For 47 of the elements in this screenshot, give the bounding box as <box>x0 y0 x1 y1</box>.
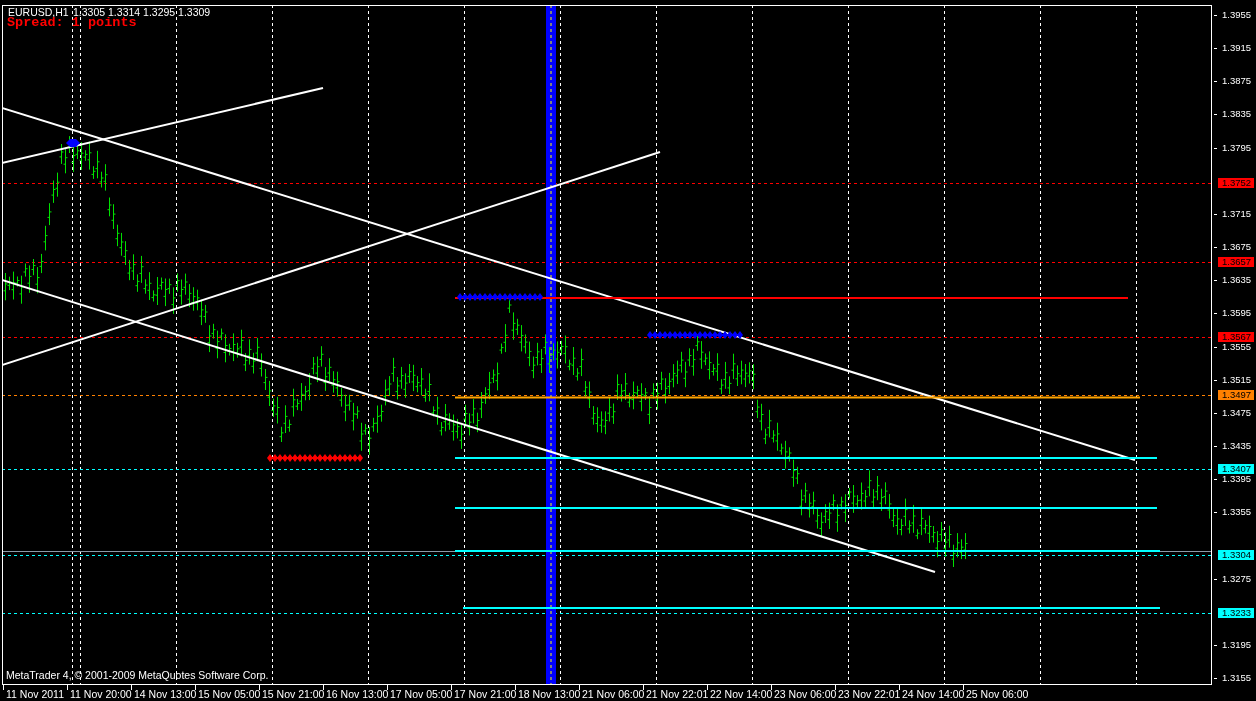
level-tag: 1.3497 <box>1218 389 1255 400</box>
time-label: 17 Nov 21:00 <box>451 685 515 701</box>
price-label: 1.3515 <box>1212 374 1252 385</box>
time-label: 22 Nov 14:00 <box>707 685 771 701</box>
price-label: 1.3595 <box>1212 308 1252 319</box>
price-label: 1.3355 <box>1212 507 1252 518</box>
price-label: 1.3195 <box>1212 639 1252 650</box>
symbol-label: EURUSD,H1 <box>8 6 69 18</box>
price-label: 1.3395 <box>1212 474 1252 485</box>
price-label: 1.3275 <box>1212 573 1252 584</box>
time-label: 23 Nov 06:00 <box>771 685 835 701</box>
time-label: 23 Nov 22:01 <box>835 685 899 701</box>
price-label: 1.3955 <box>1212 10 1252 20</box>
time-label: 25 Nov 06:00 <box>963 685 1027 701</box>
trend-line[interactable] <box>3 87 324 164</box>
time-label: 24 Nov 14:00 <box>899 685 963 701</box>
trend-line[interactable] <box>3 279 936 573</box>
price-label: 1.3795 <box>1212 142 1252 153</box>
trend-line[interactable] <box>3 107 1136 461</box>
trend-line[interactable] <box>3 151 661 366</box>
level-tag: 1.3567 <box>1218 331 1255 342</box>
time-label: 11 Nov 20:00 <box>67 685 131 701</box>
time-label: 17 Nov 05:00 <box>387 685 451 701</box>
level-tag: 1.3407 <box>1218 464 1255 475</box>
price-label: 1.3435 <box>1212 440 1252 451</box>
level-tag: 1.3752 <box>1218 178 1255 189</box>
time-label: 21 Nov 06:00 <box>579 685 643 701</box>
level-tag: 1.3233 <box>1218 608 1255 619</box>
price-label: 1.3155 <box>1212 673 1252 683</box>
marker-icon <box>66 139 80 147</box>
time-label: 15 Nov 21:00 <box>259 685 323 701</box>
price-label: 1.3915 <box>1212 43 1252 54</box>
time-label: 15 Nov 05:00 <box>195 685 259 701</box>
price-label: 1.3675 <box>1212 242 1252 253</box>
price-label: 1.3635 <box>1212 275 1252 286</box>
price-label: 1.3875 <box>1212 76 1252 87</box>
quote-values: 1.3305 1.3314 1.3295 1.3309 <box>73 6 211 18</box>
time-label: 14 Nov 13:00 <box>131 685 195 701</box>
price-label: 1.3835 <box>1212 109 1252 120</box>
time-label: 16 Nov 13:00 <box>323 685 387 701</box>
level-tag: 1.3304 <box>1218 549 1255 560</box>
time-label: 11 Nov 2011 <box>3 685 67 701</box>
level-tag: 1.3657 <box>1218 256 1255 267</box>
price-label: 1.3475 <box>1212 407 1252 418</box>
time-label: 18 Nov 13:00 <box>515 685 579 701</box>
price-label: 1.3715 <box>1212 208 1252 219</box>
time-label: 21 Nov 22:01 <box>643 685 707 701</box>
